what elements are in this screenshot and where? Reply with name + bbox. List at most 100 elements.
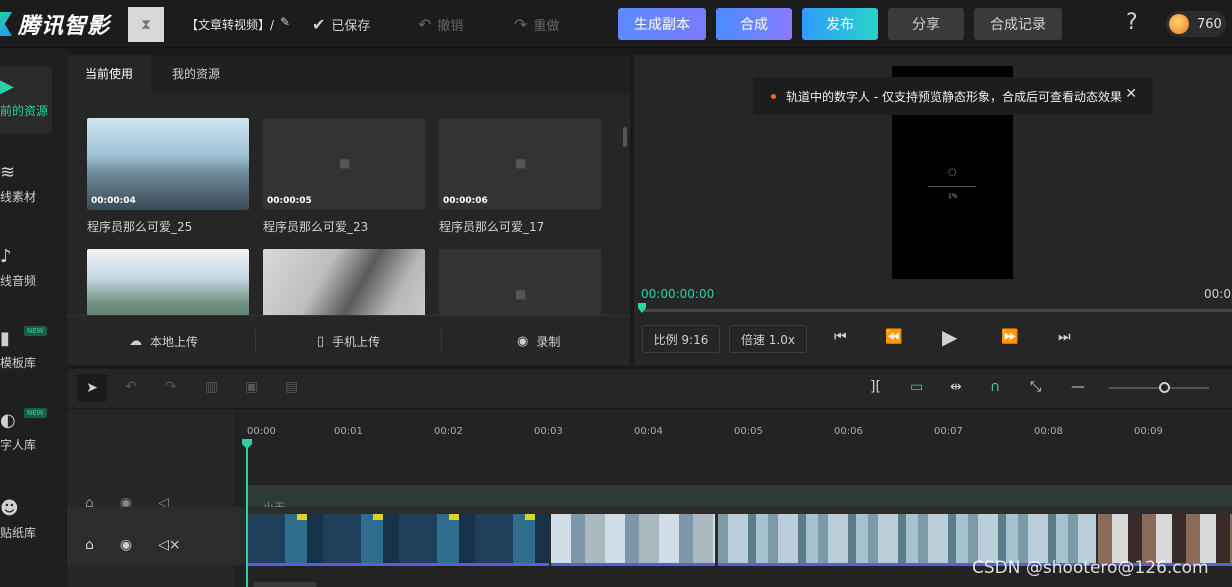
logo-mark-icon (0, 12, 12, 36)
resource-card[interactable] (87, 249, 249, 315)
aspect-ratio-button[interactable]: 比例 9:16 (642, 325, 720, 353)
resource-tabs: 当前使用 我的资源 (67, 55, 630, 93)
skip-to-start-icon[interactable]: ⏮ (834, 329, 847, 345)
video-clip[interactable] (247, 514, 549, 566)
cloud-upload-icon: ☁ (129, 334, 142, 349)
local-upload-button[interactable]: ☁ 本地上传 (129, 333, 198, 350)
tick-label: 00:07 (934, 426, 963, 437)
project-cover-thumbnail[interactable]: ⧗ (128, 7, 164, 42)
copy-icon[interactable]: ▣ (245, 379, 258, 395)
sidebar-item-template-library[interactable]: NEW ▮ 模板库 (0, 318, 66, 378)
preview-progress-bar[interactable] (641, 309, 1232, 312)
sidebar-item-current-resources[interactable]: ▶ 前的资源 (0, 66, 52, 134)
undo-icon: ↶ (418, 14, 432, 34)
edit-title-icon[interactable]: ✎ (280, 15, 290, 29)
tab-current-use[interactable]: 当前使用 (67, 55, 152, 93)
playback-speed-button[interactable]: 倍速 1.0x (729, 325, 807, 353)
redo-button[interactable]: ↷ 重做 (514, 13, 559, 35)
resource-scrollbar[interactable] (623, 127, 627, 147)
resource-panel: 当前使用 我的资源 00:00:04 程序员那么可爱_25 ■ 00:00:05… (67, 55, 630, 365)
resource-card[interactable] (263, 249, 425, 315)
duration-label: 00:00:04 (91, 196, 136, 206)
resource-card[interactable]: ■ 00:00:05 程序员那么可爱_23 (263, 118, 425, 235)
generate-copy-button[interactable]: 生成副本 (618, 8, 706, 40)
sidebar-item-label: 贴纸库 (0, 526, 37, 540)
watermark: CSDN @shootero@126.com (972, 558, 1209, 578)
tick-label: 00:00 (247, 426, 276, 437)
credits-badge[interactable]: 760 (1166, 11, 1226, 37)
timeline-toolbar: ➤ ↶ ↷ ▥ ▣ ▤ ][ ▭ ⇹ ∩ ⤡ — (67, 369, 1232, 409)
new-badge: NEW (24, 408, 47, 418)
mute-icon[interactable]: ◁× (158, 537, 181, 553)
split-audio-icon[interactable]: ⇹ (950, 379, 962, 395)
close-icon[interactable]: ✕ (1125, 86, 1137, 102)
tick-label: 00:02 (434, 426, 463, 437)
resource-thumbnail (263, 249, 425, 315)
current-timecode: 00:00:00:00 (641, 287, 715, 301)
play-icon[interactable]: ▶ (942, 325, 957, 349)
resource-card[interactable]: ■ (439, 249, 601, 315)
total-timecode: 00:02 (1204, 287, 1232, 301)
compose-button[interactable]: 合成 (716, 8, 792, 40)
toast-text: 轨道中的数字人 - 仅支持预览静态形象，合成后可查看动态效果 (786, 89, 1122, 104)
saved-label: 已保存 (331, 18, 371, 34)
app-logo[interactable]: 腾讯智影 (0, 9, 110, 39)
phone-upload-button[interactable]: ▯ 手机上传 (317, 333, 380, 350)
publish-button[interactable]: 发布 (802, 8, 878, 40)
video-camera-icon: ■ (339, 156, 351, 170)
undo-button[interactable]: ↶ 撤销 (418, 13, 463, 35)
playhead-handle[interactable] (242, 439, 252, 449)
undo-icon[interactable]: ↶ (125, 379, 137, 395)
resource-card[interactable]: 00:00:04 程序员那么可爱_25 (87, 118, 249, 235)
tick-label: 00:03 (534, 426, 563, 437)
zoom-out-icon[interactable]: — (1071, 379, 1085, 395)
preview-panel: ◌ 1% 轨道中的数字人 - 仅支持预览静态形象，合成后可查看动态效果 ✕ 00… (634, 55, 1232, 365)
duration-label: 00:00:05 (267, 196, 312, 206)
share-button[interactable]: 分享 (888, 8, 964, 40)
zoom-slider-handle[interactable] (1159, 382, 1170, 393)
delete-icon[interactable]: ▤ (285, 379, 298, 395)
time-ruler[interactable]: 00:00 00:01 00:02 00:03 00:04 00:05 00:0… (237, 409, 1232, 445)
playhead[interactable] (246, 441, 248, 587)
record-button[interactable]: ◉ 录制 (517, 333, 560, 350)
loading-percent: 1% (948, 193, 958, 200)
new-badge: NEW (24, 326, 47, 336)
skip-to-end-icon[interactable]: ⏭ (1058, 329, 1071, 345)
fit-timeline-icon[interactable]: ][ (870, 379, 881, 395)
rewind-icon[interactable]: ⏪ (885, 329, 902, 345)
sidebar-item-sticker-library[interactable]: ☻ 贴纸库 (0, 488, 66, 548)
video-clip[interactable] (551, 514, 715, 566)
layers-icon: ≋ (0, 162, 16, 183)
tick-label: 00:06 (834, 426, 863, 437)
eye-icon[interactable]: ◉ (120, 537, 132, 553)
tick-label: 00:05 (734, 426, 763, 437)
timeline-horizontal-scrollbar[interactable] (253, 582, 317, 587)
loading-spinner-icon: ◌ (948, 167, 957, 178)
help-icon[interactable]: ? (1126, 10, 1138, 35)
video-camera-icon: ■ (515, 156, 527, 170)
sidebar-item-online-materials[interactable]: ≋ 线素材 (0, 152, 66, 212)
check-circle-icon: ✔ (312, 14, 326, 34)
project-title[interactable]: 【文章转视频】/ (186, 16, 274, 33)
sidebar-item-digital-human-library[interactable]: NEW ◐ 字人库 (0, 400, 66, 460)
resource-name: 程序员那么可爱_17 (439, 220, 545, 234)
divider (255, 330, 256, 352)
auto-snap-icon[interactable]: ▭ (910, 379, 923, 395)
collapse-icon[interactable]: ⤡ (1030, 379, 1041, 395)
sidebar-item-online-audio[interactable]: ♪ 线音频 (0, 236, 66, 296)
redo-icon[interactable]: ↷ (165, 379, 177, 395)
template-icon: ▮ (0, 328, 10, 349)
resource-thumbnail: ■ 00:00:06 (439, 118, 601, 210)
select-cursor-icon[interactable]: ➤ (77, 374, 107, 402)
left-sidebar: ▶ 前的资源 ≋ 线素材 ♪ 线音频 NEW ▮ 模板库 NEW ◐ 字人库 ☻… (0, 48, 66, 587)
compose-records-button[interactable]: 合成记录 (974, 8, 1062, 40)
lock-icon[interactable]: ⌂ (85, 537, 94, 553)
fast-forward-icon[interactable]: ⏩ (1001, 329, 1018, 345)
split-icon[interactable]: ▥ (205, 379, 218, 395)
resource-card[interactable]: ■ 00:00:06 程序员那么可爱_17 (439, 118, 601, 235)
tick-label: 00:01 (334, 426, 363, 437)
notice-toast: 轨道中的数字人 - 仅支持预览静态形象，合成后可查看动态效果 ✕ (753, 77, 1153, 115)
magnet-icon[interactable]: ∩ (990, 379, 1000, 395)
sidebar-item-label: 模板库 (0, 356, 37, 370)
tab-my-resources[interactable]: 我的资源 (154, 55, 238, 93)
